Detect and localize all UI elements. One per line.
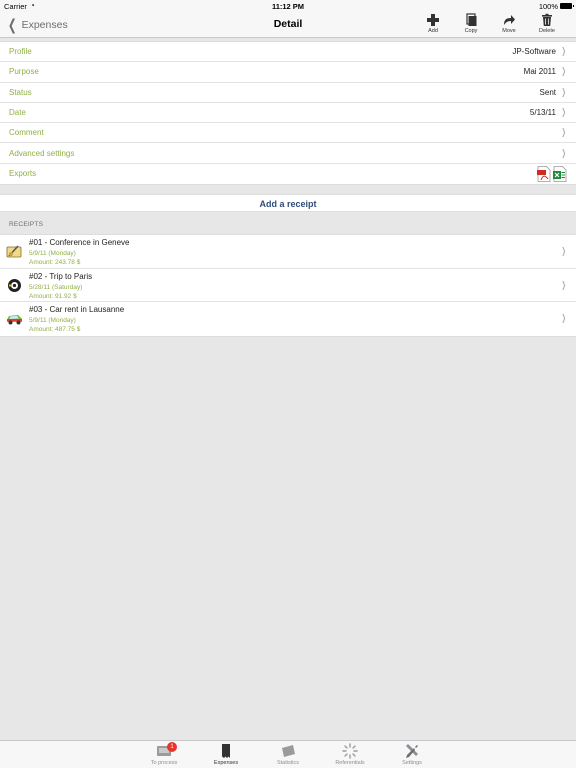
delete-button[interactable]: Delete (530, 12, 564, 38)
move-button[interactable]: Move (492, 12, 526, 38)
chevron-right-icon: ❯ (561, 86, 567, 97)
copy-icon (466, 13, 477, 26)
receipt-amount: Amount: 91.92 $ (29, 292, 77, 300)
detail-row-date[interactable]: Date 5/13/11 ❯ (0, 103, 576, 124)
pdf-export-icon[interactable] (537, 165, 551, 182)
car-icon (7, 315, 22, 325)
detail-row-comment[interactable]: Comment ❯ (0, 123, 576, 144)
receipt-amount: Amount: 243.78 $ (29, 259, 81, 266)
receipt-date: 5/9/11 (Monday) (29, 317, 76, 325)
detail-row-profile[interactable]: Profile JP-Software ❯ (0, 42, 576, 63)
chevron-right-icon: ❯ (561, 147, 567, 158)
add-button[interactable]: Add (416, 12, 450, 38)
detail-value: 5/13/11 (529, 108, 556, 118)
tab-label: Expenses (213, 760, 239, 766)
chevron-right-icon: ❯ (561, 66, 567, 77)
move-icon (504, 15, 515, 25)
chevron-right-icon: ❯ (561, 313, 567, 324)
chevron-right-icon: ❯ (561, 107, 567, 118)
exports-icons (537, 165, 567, 182)
tab-settings[interactable]: Settings (381, 741, 443, 768)
detail-row-exports: Exports (0, 164, 576, 184)
battery-icon (560, 3, 574, 9)
detail-label: Advanced settings (9, 148, 75, 158)
receipt-row[interactable]: #01 - Conference in Geneve 5/9/11 (Monda… (0, 235, 576, 269)
statistics-icon (282, 745, 295, 757)
spinner-icon (342, 743, 358, 759)
add-label: Add (428, 28, 438, 34)
chevron-right-icon: ❯ (561, 246, 567, 256)
detail-label: Comment (9, 128, 44, 138)
tab-referentials[interactable]: Referentials (319, 741, 381, 768)
receipt-date: 5/28/11 (Saturday) (29, 283, 83, 291)
add-receipt-button[interactable]: Add a receipt (0, 194, 576, 212)
receipt-title: #03 - Car rent in Lausanne (29, 305, 125, 315)
page-title: Detail (273, 18, 303, 30)
tools-icon (406, 744, 418, 758)
detail-row-purpose[interactable]: Purpose Mai 2011 ❯ (0, 62, 576, 83)
detail-value: Mai 2011 (523, 67, 556, 77)
status-bar: Carrier ◔ 11:12 PM 100% (0, 0, 576, 12)
detail-label: Status (9, 87, 32, 97)
receipt-row[interactable]: #02 - Trip to Paris 5/28/11 (Saturday) A… (0, 269, 576, 303)
move-label: Move (502, 28, 516, 34)
notification-badge: 1 (167, 742, 177, 752)
receipt-amount: Amount: 487.75 $ (29, 326, 81, 334)
detail-row-advanced-settings[interactable]: Advanced settings ❯ (0, 143, 576, 164)
tab-bar: 1 To process Expenses Statistics Referen… (0, 740, 576, 768)
plus-icon (427, 14, 439, 26)
copy-button[interactable]: Copy (454, 12, 488, 38)
detail-label: Date (9, 108, 26, 118)
tab-expenses[interactable]: Expenses (195, 741, 257, 768)
tab-label: Statistics (276, 760, 299, 766)
taxi-icon (8, 278, 21, 292)
tab-statistics[interactable]: Statistics (257, 741, 319, 768)
detail-list: Profile JP-Software ❯ Purpose Mai 2011 ❯… (0, 41, 576, 186)
trash-icon (542, 13, 552, 26)
nav-bar: ❮ Expenses Detail Add Copy Move Delete (0, 12, 576, 38)
receipt-row[interactable]: #03 - Car rent in Lausanne 5/9/11 (Monda… (0, 302, 576, 336)
detail-label: Exports (9, 169, 37, 179)
tab-label: Settings (402, 760, 422, 766)
receipt-date: 5/9/11 (Monday) (29, 250, 76, 257)
chevron-right-icon: ❯ (561, 279, 567, 290)
conference-icon (6, 245, 22, 258)
clock: 11:12 PM (271, 2, 305, 11)
detail-label: Purpose (9, 67, 39, 77)
detail-label: Profile (9, 47, 32, 57)
battery-percent: 100% (538, 2, 558, 11)
receipts-section-header: RECEIPTS (9, 221, 44, 228)
receipt-title: #02 - Trip to Paris (29, 271, 93, 281)
chevron-right-icon: ❯ (561, 46, 567, 57)
receipt-title: #01 - Conference in Geneve (29, 238, 130, 247)
chevron-right-icon: ❯ (561, 127, 567, 138)
copy-label: Copy (464, 28, 478, 34)
receipt-icon (222, 744, 230, 758)
detail-value: Sent (539, 87, 556, 97)
detail-row-status[interactable]: Status Sent ❯ (0, 83, 576, 103)
tab-to-process[interactable]: 1 To process (133, 741, 195, 768)
detail-value: JP-Software (512, 47, 556, 57)
excel-export-icon[interactable] (553, 165, 567, 182)
tab-label: To process (150, 760, 178, 766)
delete-label: Delete (539, 28, 555, 34)
receipts-list: #01 - Conference in Geneve 5/9/11 (Monda… (0, 234, 576, 337)
tab-label: Referentials (335, 760, 365, 766)
